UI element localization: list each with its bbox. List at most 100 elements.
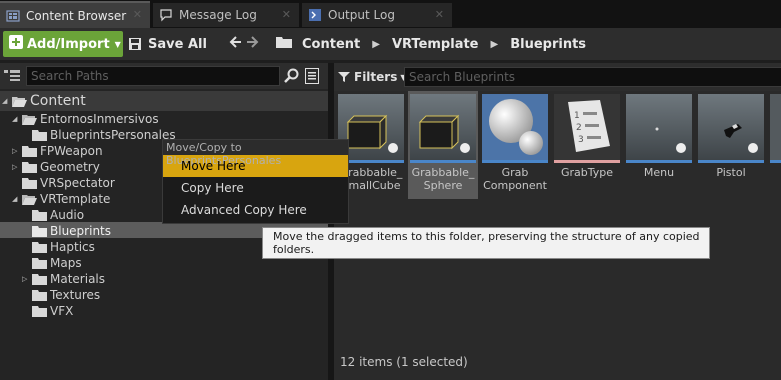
asset-tile[interactable]: Menu [624, 91, 694, 199]
plus-icon [9, 35, 23, 53]
save-icon [129, 38, 141, 50]
tree-item-blueprints[interactable]: Blueprints [32, 223, 111, 239]
close-icon[interactable]: ✕ [133, 8, 142, 21]
tree-item-content[interactable]: ◢ Content [2, 93, 86, 109]
asset-view-panel: Filters ▼ Search Blueprints Grabbable_ S… [334, 63, 781, 380]
close-icon[interactable]: ✕ [282, 8, 291, 21]
message-log-icon [159, 8, 173, 22]
add-import-button[interactable]: Add/Import ▼ [3, 31, 123, 57]
tree-view-icon[interactable] [4, 69, 20, 86]
filters-label: Filters [354, 70, 398, 84]
expanded-arrow-icon[interactable]: ◢ [12, 115, 22, 123]
asset-tile[interactable]: 1 2 3 GrabType [552, 91, 622, 199]
folder-open-icon [12, 96, 27, 107]
menu-thumbnail [626, 94, 692, 160]
folder-icon [32, 305, 47, 317]
tree-label: VFX [50, 304, 74, 318]
folder-open-icon [22, 194, 37, 205]
chevron-right-icon[interactable]: ▶ [372, 39, 380, 50]
tree-item-maps[interactable]: Maps [32, 255, 82, 271]
pistol-thumbnail [698, 94, 764, 160]
asset-type-bar [698, 160, 764, 163]
forward-arrow-icon[interactable] [246, 35, 260, 53]
folder-icon [32, 225, 47, 237]
collapsed-arrow-icon[interactable]: ▷ [22, 275, 32, 283]
output-log-icon [308, 8, 322, 22]
enum-list-thumbnail: 1 2 3 [554, 94, 620, 160]
tree-item-haptics[interactable]: Haptics [32, 239, 95, 255]
breadcrumb-item[interactable]: Content [302, 37, 360, 52]
breadcrumb-item[interactable]: Blueprints [510, 37, 586, 52]
asset-tile[interactable] [768, 91, 781, 199]
folder-icon [32, 257, 47, 269]
back-arrow-icon[interactable] [228, 35, 242, 53]
asset-type-bar [626, 160, 692, 163]
filters-button[interactable]: Filters ▼ [338, 67, 407, 87]
asset-label: Grabbable_ Sphere [411, 166, 475, 192]
tree-item-entornosinmersivos[interactable]: ◢ EntornosInmersivos [12, 111, 159, 127]
tree-item-blueprintspersonales[interactable]: BlueprintsPersonales [32, 127, 176, 143]
tree-item-vrtemplate[interactable]: ◢ VRTemplate [12, 191, 110, 207]
collapsed-arrow-icon[interactable]: ▷ [12, 147, 22, 155]
tree-label: Blueprints [50, 224, 112, 238]
tree-item-textures[interactable]: Textures [32, 287, 100, 303]
tab-bar: Content Browser ✕ Message Log ✕ Output L… [0, 0, 781, 28]
toolbar: Add/Import ▼ Save All Content ▶ VRTempla… [0, 28, 781, 60]
expanded-arrow-icon[interactable]: ◢ [2, 97, 12, 105]
filter-icon [338, 72, 350, 82]
folder-icon [32, 129, 47, 141]
asset-label: GrabType [560, 166, 614, 179]
tree-item-audio[interactable]: Audio [32, 207, 84, 223]
search-icon[interactable] [284, 68, 300, 87]
asset-type-bar [770, 160, 781, 163]
breadcrumb-item[interactable]: VRTemplate [392, 37, 479, 52]
tooltip: Move the dragged items to this folder, p… [262, 227, 710, 259]
tree-label: FPWeapon [40, 144, 103, 158]
tree-label: Materials [50, 272, 106, 286]
folder-icon [32, 241, 47, 253]
asset-type-bar [554, 160, 620, 163]
asset-label: Menu [643, 166, 675, 179]
chevron-right-icon[interactable]: ▶ [491, 39, 499, 50]
item-count: 12 items (1 selected) [340, 355, 468, 369]
asset-tile[interactable]: Grab Component [480, 91, 550, 199]
svg-text:3: 3 [578, 135, 584, 145]
tree-label: EntornosInmersivos [40, 112, 159, 126]
asset-label: Pistol [716, 166, 746, 179]
asset-tile[interactable]: Grabbable_ Sphere [408, 91, 478, 199]
asset-label: Grab Component [483, 166, 547, 192]
blueprint-search-input[interactable]: Search Blueprints [404, 67, 781, 87]
view-options-icon[interactable] [305, 68, 319, 87]
tree-label: Textures [50, 288, 101, 302]
breadcrumb: Content ▶ VRTemplate ▶ Blueprints [276, 31, 586, 57]
path-search-input[interactable]: Search Paths [26, 66, 280, 86]
copy-here-menu-item[interactable]: Copy Here [163, 177, 348, 199]
folder-icon [276, 36, 292, 52]
cube-thumbnail [410, 94, 476, 160]
folder-icon [22, 161, 37, 173]
save-all-button[interactable]: Save All [128, 31, 207, 57]
tree-item-vfx[interactable]: VFX [32, 303, 73, 319]
folder-icon [22, 177, 37, 189]
context-menu-header: Move/Copy to BlueprintsPersonales [163, 140, 348, 167]
close-icon[interactable]: ✕ [435, 8, 444, 21]
folder-icon [32, 289, 47, 301]
tab-content-browser[interactable]: Content Browser ✕ [0, 1, 150, 28]
tree-item-materials[interactable]: ▷ Materials [22, 271, 105, 287]
asset-tile[interactable]: Pistol [696, 91, 766, 199]
tab-output-log[interactable]: Output Log ✕ [302, 3, 452, 27]
tree-label: Content [30, 93, 86, 109]
expanded-arrow-icon[interactable]: ◢ [12, 195, 22, 203]
tree-item-vrspectator[interactable]: VRSpectator [22, 175, 115, 191]
tree-item-geometry[interactable]: ▷ Geometry [12, 159, 100, 175]
collapsed-arrow-icon[interactable]: ▷ [12, 163, 22, 171]
tree-label: Audio [50, 208, 85, 222]
tree-item-fpweapon[interactable]: ▷ FPWeapon [12, 143, 103, 159]
add-import-label: Add/Import [27, 36, 110, 52]
tree-label: VRSpectator [40, 176, 115, 190]
folder-open-icon [22, 114, 37, 125]
svg-text:1: 1 [574, 111, 580, 121]
tab-message-log[interactable]: Message Log ✕ [153, 3, 299, 27]
asset-type-bar [482, 160, 548, 163]
advanced-copy-here-menu-item[interactable]: Advanced Copy Here [163, 199, 348, 221]
